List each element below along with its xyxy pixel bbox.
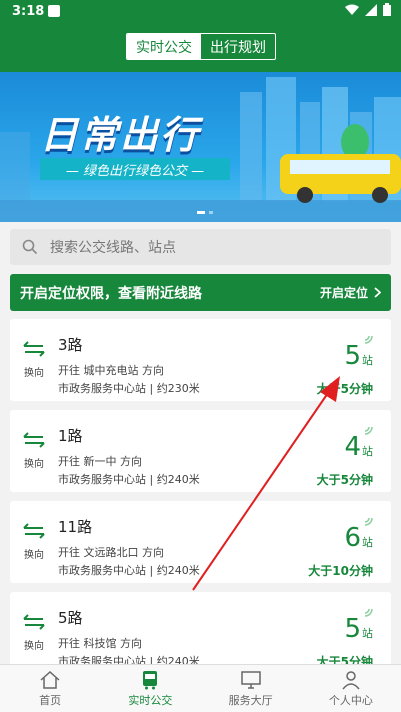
mode-switch: 实时公交 出行规划	[126, 33, 276, 60]
route-name: 1路	[58, 427, 83, 445]
route-direction: 开往 新一中 方向	[58, 455, 142, 468]
swap-label: 换向	[24, 368, 44, 379]
enable-location-button[interactable]: 开启定位	[320, 284, 381, 301]
swap-arrows-icon	[23, 523, 45, 539]
status-bar: 3:18	[0, 0, 401, 24]
tab-service-hall-label: 服务大厅	[228, 693, 273, 707]
stops-away: 5 站	[344, 614, 373, 644]
header-bar: 3:18 实时公交 出行规划	[0, 0, 401, 72]
stops-count: 4	[344, 432, 361, 462]
tab-service-hall[interactable]: 服务大厅	[201, 665, 301, 712]
bottom-tab-bar: 首页 实时公交 服务大厅 个人中心	[0, 664, 401, 712]
bus-icon	[143, 670, 158, 689]
location-prompt-text: 开启定位权限，查看附近线路	[20, 285, 202, 302]
route-direction: 开往 科技馆 方向	[58, 637, 142, 650]
route-card[interactable]: 换向 5路 开往 科技馆 方向 市政务服务中心站 | 约240米 5 站 大于5…	[10, 592, 391, 674]
search-placeholder: 搜索公交线路、站点	[50, 240, 176, 256]
swap-label: 换向	[24, 459, 44, 470]
swap-direction-button[interactable]: 换向	[22, 341, 46, 379]
route-name: 11路	[58, 518, 93, 536]
route-name: 5路	[58, 609, 83, 627]
tab-profile[interactable]: 个人中心	[301, 665, 401, 712]
search-input[interactable]: 搜索公交线路、站点	[10, 229, 391, 265]
notification-icon	[48, 5, 60, 17]
route-station: 市政务服务中心站 | 约230米	[58, 382, 200, 395]
route-card[interactable]: 换向 1路 开往 新一中 方向 市政务服务中心站 | 约240米 4 站 大于5…	[10, 410, 391, 492]
route-direction: 开往 城中充电站 方向	[58, 364, 164, 377]
signal-icon	[365, 3, 377, 16]
swap-direction-button[interactable]: 换向	[22, 614, 46, 652]
carousel-indicator	[209, 211, 213, 214]
stops-count: 5	[344, 341, 361, 371]
arrival-eta: 大于5分钟	[316, 382, 373, 396]
banner-subtitle: — 绿色出行绿色公交 —	[40, 158, 230, 180]
tab-realtime-bus-label: 实时公交	[128, 693, 173, 707]
route-station: 市政务服务中心站 | 约240米	[58, 564, 200, 577]
tab-realtime-bus-nav[interactable]: 实时公交	[100, 665, 200, 712]
person-icon	[342, 670, 360, 689]
swap-arrows-icon	[23, 341, 45, 357]
route-station: 市政务服务中心站 | 约240米	[58, 473, 200, 486]
monitor-icon	[240, 670, 261, 689]
chevron-right-icon	[374, 287, 381, 298]
tab-realtime-bus[interactable]: 实时公交	[127, 34, 201, 59]
stops-unit: 站	[362, 536, 373, 549]
search-icon	[22, 239, 38, 255]
location-permission-bar: 开启定位权限，查看附近线路 开启定位	[10, 274, 391, 311]
banner-title: 日常出行	[40, 113, 201, 157]
promo-banner[interactable]: 日常出行 — 绿色出行绿色公交 —	[0, 72, 401, 222]
swap-arrows-icon	[23, 432, 45, 448]
stops-away: 5 站	[344, 341, 373, 371]
stops-unit: 站	[362, 627, 373, 640]
route-card[interactable]: 换向 11路 开往 文远路北口 方向 市政务服务中心站 | 约240米 6 站 …	[10, 501, 391, 583]
stops-unit: 站	[362, 445, 373, 458]
status-icons	[345, 3, 391, 16]
tab-home[interactable]: 首页	[0, 665, 100, 712]
route-name: 3路	[58, 336, 83, 354]
carousel-indicator-active	[197, 211, 205, 214]
stops-count: 5	[344, 614, 361, 644]
arrival-eta: 大于5分钟	[316, 473, 373, 487]
route-direction: 开往 文远路北口 方向	[58, 546, 164, 559]
tab-trip-planning[interactable]: 出行规划	[201, 34, 275, 59]
swap-label: 换向	[24, 550, 44, 561]
status-time: 3:18	[12, 4, 45, 19]
stops-unit: 站	[362, 354, 373, 367]
arrival-eta: 大于10分钟	[308, 564, 373, 578]
swap-arrows-icon	[23, 614, 45, 630]
wifi-icon	[345, 4, 359, 15]
stops-count: 6	[344, 523, 361, 553]
stops-away: 4 站	[344, 432, 373, 462]
home-icon	[40, 670, 60, 689]
route-card[interactable]: 换向 3路 开往 城中充电站 方向 市政务服务中心站 | 约230米 5 站 大…	[10, 319, 391, 401]
swap-direction-button[interactable]: 换向	[22, 432, 46, 470]
enable-location-label: 开启定位	[319, 286, 368, 300]
swap-direction-button[interactable]: 换向	[22, 523, 46, 561]
swap-label: 换向	[24, 641, 44, 652]
tab-profile-label: 个人中心	[328, 693, 373, 707]
stops-away: 6 站	[344, 523, 373, 553]
tab-home-label: 首页	[39, 693, 62, 707]
battery-icon	[383, 3, 391, 16]
